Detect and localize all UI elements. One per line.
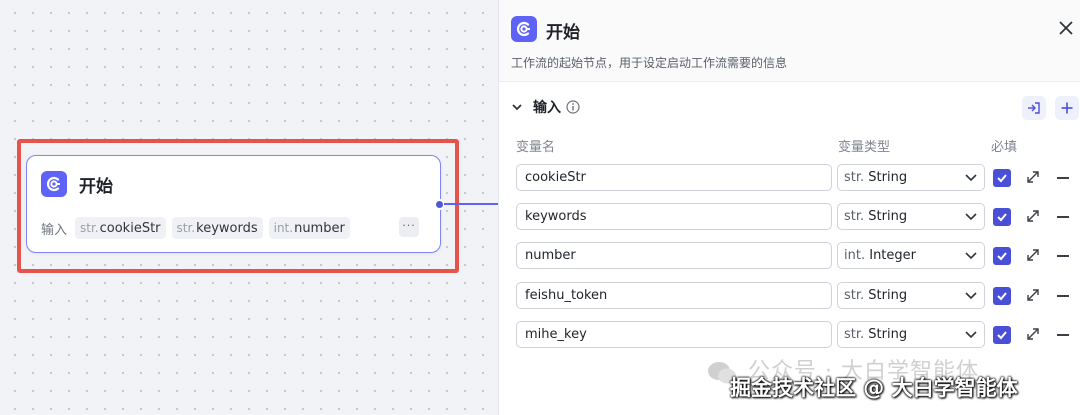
minus-icon[interactable]: [1057, 216, 1069, 218]
input-row: feishu_token str. String: [499, 282, 1080, 310]
param-type: str.: [176, 221, 196, 235]
type-prefix: str.: [844, 209, 865, 224]
app-logo-icon: [41, 171, 67, 197]
type-prefix: str.: [844, 327, 865, 342]
minus-icon[interactable]: [1057, 255, 1069, 257]
param-name: keywords: [196, 220, 258, 236]
required-checkbox[interactable]: [993, 247, 1011, 265]
column-header-required: 必填: [991, 140, 1018, 155]
inputs-section-header[interactable]: 输入: [511, 97, 580, 117]
panel-description: 工作流的起始节点，用于设定启动工作流需要的信息: [511, 56, 788, 70]
required-checkbox[interactable]: [993, 326, 1011, 344]
required-checkbox[interactable]: [993, 169, 1011, 187]
input-row: keywords str. String: [499, 203, 1080, 231]
input-row: cookieStr str. String: [499, 164, 1080, 192]
checkmark-icon: [997, 331, 1007, 340]
type-value: String: [868, 327, 908, 342]
checkmark-icon: [997, 174, 1007, 183]
start-node[interactable]: 开始 输入 str. cookieStr str. keywords int. num…: [26, 155, 441, 253]
chevron-down-icon[interactable]: [511, 101, 523, 113]
checkmark-icon: [997, 252, 1007, 261]
type-value: String: [868, 209, 908, 224]
variable-name-input[interactable]: keywords: [516, 203, 832, 230]
variable-name-input[interactable]: cookieStr: [516, 164, 832, 191]
column-header-type: 变量类型: [838, 140, 891, 155]
chevron-down-icon: [965, 292, 977, 300]
param-chip: str. cookieStr: [75, 217, 166, 239]
close-icon[interactable]: [1057, 19, 1075, 37]
input-row: number int. Integer: [499, 242, 1080, 270]
param-chip: int. number: [268, 217, 350, 239]
minus-icon[interactable]: [1057, 177, 1069, 179]
more-button[interactable]: ···: [399, 217, 419, 237]
info-icon[interactable]: [566, 100, 580, 114]
expand-icon[interactable]: [1026, 288, 1040, 302]
required-checkbox[interactable]: [993, 287, 1011, 305]
param-chip: str. keywords: [171, 217, 263, 239]
param-name: number: [294, 220, 345, 236]
add-input-button[interactable]: [1055, 96, 1079, 120]
checkmark-icon: [997, 213, 1007, 222]
param-type: int.: [273, 221, 294, 235]
variable-type-select[interactable]: int. Integer: [837, 242, 985, 269]
minus-icon[interactable]: [1057, 295, 1069, 297]
type-prefix: str.: [844, 288, 865, 303]
expand-icon[interactable]: [1026, 209, 1040, 223]
plus-icon: [1061, 102, 1073, 114]
input-row: mihe_key str. String: [499, 321, 1080, 349]
variable-type-select[interactable]: str. String: [837, 321, 985, 348]
chevron-down-icon: [965, 252, 977, 260]
variable-type-select[interactable]: str. String: [837, 203, 985, 230]
type-value: Integer: [869, 248, 916, 263]
node-title: 开始: [79, 176, 113, 197]
param-name: cookieStr: [99, 220, 161, 236]
variable-name-input[interactable]: number: [516, 242, 832, 269]
type-value: String: [868, 288, 908, 303]
chevron-down-icon: [965, 331, 977, 339]
column-header-name: 变量名: [516, 140, 556, 155]
node-params: 输入 str. cookieStr str. keywords int. number: [41, 217, 356, 239]
inputs-label: 输入: [41, 222, 68, 238]
param-type: str.: [80, 221, 99, 235]
watermark-line-2: 掘金技术社区 @ 大白学智能体: [730, 376, 1018, 400]
type-prefix: str.: [844, 170, 865, 185]
checkmark-icon: [997, 292, 1007, 301]
chevron-down-icon: [965, 174, 977, 182]
expand-icon[interactable]: [1026, 327, 1040, 341]
type-prefix: int.: [844, 248, 866, 263]
type-value: String: [868, 170, 908, 185]
panel-title: 开始: [546, 23, 580, 43]
app-logo-icon: [511, 16, 537, 42]
variable-name-input[interactable]: mihe_key: [516, 321, 832, 348]
chevron-down-icon: [965, 213, 977, 221]
import-icon: [1028, 102, 1040, 114]
variable-type-select[interactable]: str. String: [837, 282, 985, 309]
variable-name-input[interactable]: feishu_token: [516, 282, 832, 309]
required-checkbox[interactable]: [993, 208, 1011, 226]
section-title: 输入: [533, 100, 561, 116]
node-header: 开始: [41, 171, 113, 197]
expand-icon[interactable]: [1026, 170, 1040, 184]
panel-header: 开始 工作流的起始节点，用于设定启动工作流需要的信息: [499, 0, 1080, 82]
minus-icon[interactable]: [1057, 334, 1069, 336]
variable-type-select[interactable]: str. String: [837, 164, 985, 191]
import-button[interactable]: [1022, 96, 1046, 120]
connection-edge: [444, 203, 500, 205]
expand-icon[interactable]: [1026, 248, 1040, 262]
